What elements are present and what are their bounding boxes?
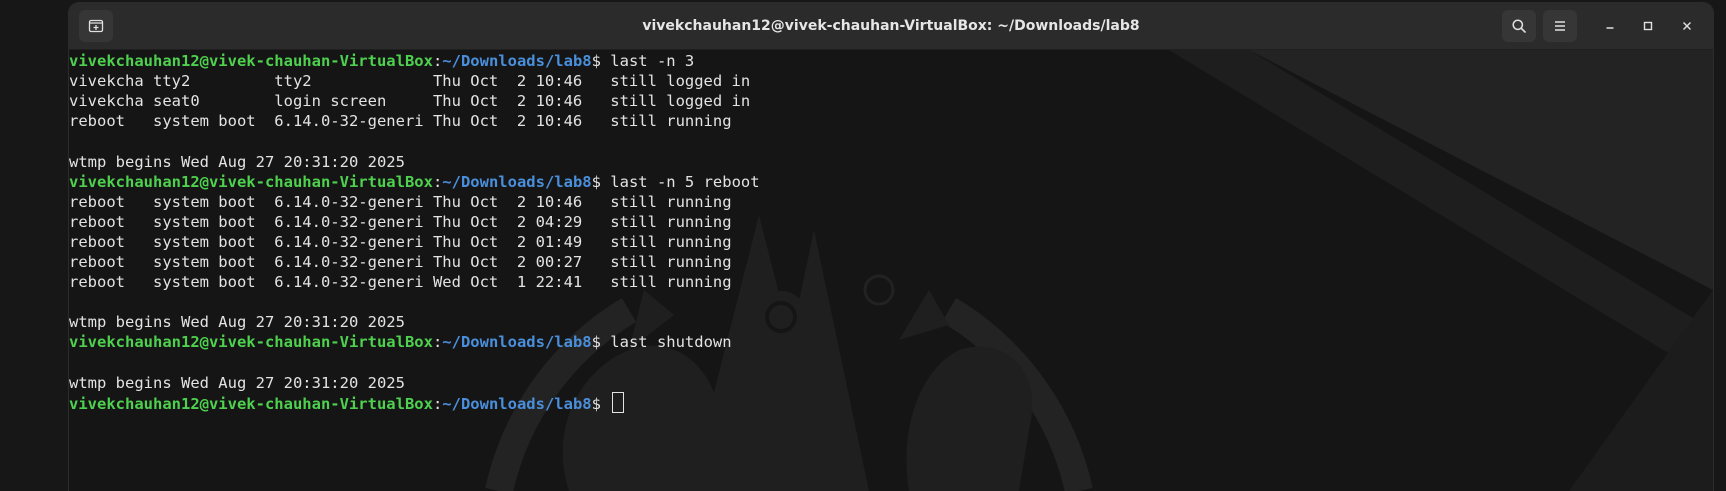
headerbar[interactable]: vivekchauhan12@vivek-chauhan-VirtualBox:… <box>69 3 1713 50</box>
prompt-dollar: $ <box>591 394 611 413</box>
output-line: reboot system boot 6.14.0-32-generi Thu … <box>69 253 732 271</box>
hamburger-menu-icon <box>1555 21 1565 31</box>
prompt-path: ~/Downloads/lab8 <box>442 172 592 191</box>
terminal-window[interactable]: vivekchauhan12@vivek-chauhan-VirtualBox:… <box>69 3 1713 491</box>
search-button[interactable] <box>1502 10 1536 42</box>
output-line: wtmp begins Wed Aug 27 20:31:20 2025 <box>69 152 405 171</box>
output-line: reboot system boot 6.14.0-32-generi Thu … <box>69 232 732 251</box>
prompt-separator: : <box>432 333 443 352</box>
output-line: wtmp begins Wed Aug 27 20:31:20 2025 <box>69 373 405 392</box>
output-line: vivekcha seat0 login screen Thu Oct 2 10… <box>69 92 751 111</box>
prompt-line: vivekchauhan12@vivek-chauhan-VirtualBox:… <box>69 171 760 193</box>
prompt-user-host: vivekchauhan12@vivek-chauhan-VirtualBox <box>69 172 433 191</box>
terminal-view[interactable]: vivekchauhan12@vivek-chauhan-VirtualBox:… <box>69 50 1713 491</box>
prompt-separator: : <box>432 172 443 191</box>
maximize-icon <box>1643 21 1653 31</box>
prompt-line: vivekchauhan12@vivek-chauhan-VirtualBox:… <box>69 391 625 414</box>
prompt-path: ~/Downloads/lab8 <box>442 333 592 352</box>
menu-button[interactable] <box>1543 10 1577 42</box>
minimize-button[interactable] <box>1598 14 1622 38</box>
command-text: last shutdown <box>610 333 732 352</box>
prompt-line: vivekchauhan12@vivek-chauhan-VirtualBox:… <box>69 50 694 72</box>
prompt-user-host: vivekchauhan12@vivek-chauhan-VirtualBox <box>69 333 433 352</box>
new-tab-icon <box>88 19 104 33</box>
search-icon <box>1512 19 1526 33</box>
output-line: reboot system boot 6.14.0-32-generi Wed … <box>69 273 732 292</box>
command-text: last -n 3 <box>610 52 695 70</box>
output-line: wtmp begins Wed Aug 27 20:31:20 2025 <box>69 313 405 332</box>
prompt-dollar: $ <box>591 172 611 191</box>
command-text: last -n 5 reboot <box>610 172 760 191</box>
prompt-separator: : <box>432 52 443 70</box>
prompt-user-host: vivekchauhan12@vivek-chauhan-VirtualBox <box>69 52 433 70</box>
output-line: vivekcha tty2 tty2 Thu Oct 2 10:46 still… <box>69 72 751 91</box>
close-icon <box>1683 22 1691 30</box>
prompt-dollar: $ <box>591 52 611 70</box>
prompt-user-host: vivekchauhan12@vivek-chauhan-VirtualBox <box>69 394 433 413</box>
output-line: reboot system boot 6.14.0-32-generi Thu … <box>69 212 732 231</box>
prompt-separator: : <box>432 394 443 413</box>
output-line: reboot system boot 6.14.0-32-generi Thu … <box>69 192 732 211</box>
text-cursor <box>612 391 625 413</box>
maximize-button[interactable] <box>1636 14 1660 38</box>
output-line: reboot system boot 6.14.0-32-generi Thu … <box>69 112 732 131</box>
prompt-line: vivekchauhan12@vivek-chauhan-VirtualBox:… <box>69 331 732 353</box>
close-button[interactable] <box>1675 14 1699 38</box>
prompt-path: ~/Downloads/lab8 <box>442 52 592 70</box>
new-tab-button[interactable] <box>79 10 113 42</box>
minimize-icon <box>1606 27 1614 29</box>
prompt-path: ~/Downloads/lab8 <box>442 394 592 413</box>
desktop-background: vivekchauhan12@vivek-chauhan-VirtualBox:… <box>0 0 1726 491</box>
window-title: vivekchauhan12@vivek-chauhan-VirtualBox:… <box>642 18 1140 34</box>
prompt-dollar: $ <box>591 333 611 352</box>
